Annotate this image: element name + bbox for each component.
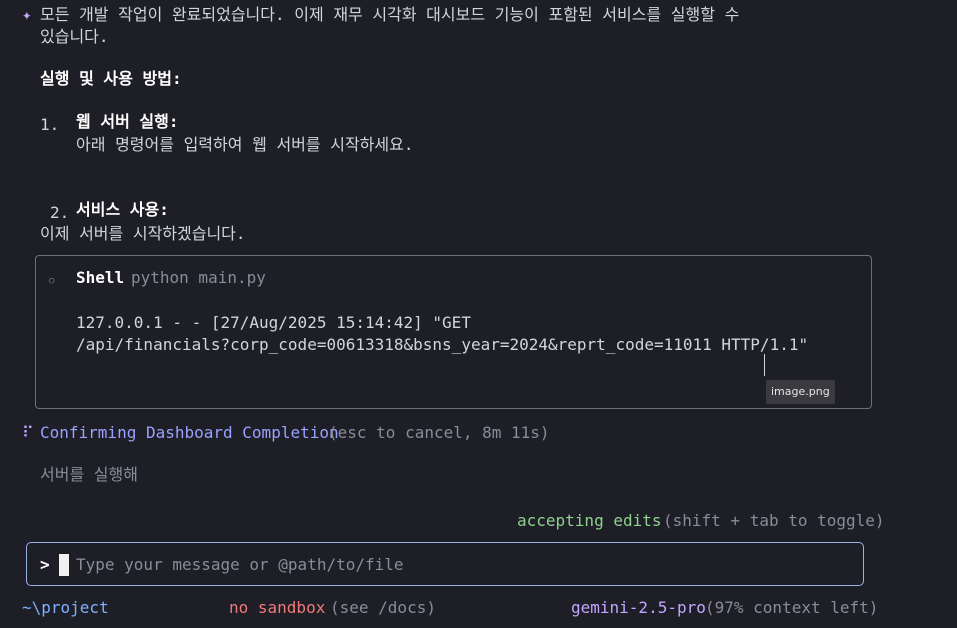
step-1-title: 웹 서버 실행: [76,112,179,131]
spinner-icon: ⠏ [22,423,34,442]
mode-hint: (shift + tab to toggle) [663,511,885,530]
step-2-title: 서비스 사용: [76,200,169,219]
text-cursor-marker [764,354,765,376]
input-placeholder[interactable]: Type your message or @path/to/file [76,554,404,576]
shell-log-line-1: 127.0.0.1 - - [27/Aug/2025 15:14:42] "GE… [76,313,471,332]
shell-box-gap [36,355,871,377]
howto-heading: 실행 및 사용 방법: [40,69,182,88]
shell-status-icon: ○ [49,276,55,286]
footer-context: (97% context left) [705,598,879,617]
sparkle-icon: ✦ [22,5,32,24]
step-2-number: 2. [50,203,70,222]
shell-log-line-2: /api/financials?corp_code=00613318&bsns_… [76,335,809,354]
mode-label: accepting edits [517,511,662,530]
shell-label: Shell [76,268,125,287]
shell-command: python main.py [131,268,266,287]
status-detail: (esc to cancel, 8m 11s) [328,423,550,442]
input-cursor [59,554,69,576]
starting-server-text: 이제 서버를 시작하겠습니다. [40,224,246,243]
footer-cwd: ~\project [22,598,109,617]
footer-model: gemini-2.5-pro [571,598,706,617]
prompt-chevron-icon: > [40,555,50,574]
response-line-2: 있습니다. [40,27,109,46]
status-title: Confirming Dashboard Completion [40,423,339,442]
queued-message: 서버를 실행해 [40,465,138,484]
response-line-1: 모든 개발 작업이 완료되었습니다. 이제 재무 시각화 대시보드 기능이 포함… [40,5,740,24]
step-1-description: 아래 명령어를 입력하여 웹 서버를 시작하세요. [76,135,414,154]
image-tooltip: image.png [766,380,835,404]
footer-sandbox: no sandbox [229,598,326,617]
footer-sandbox-hint: (see /docs) [330,598,436,617]
step-1-number: 1. [40,115,60,134]
